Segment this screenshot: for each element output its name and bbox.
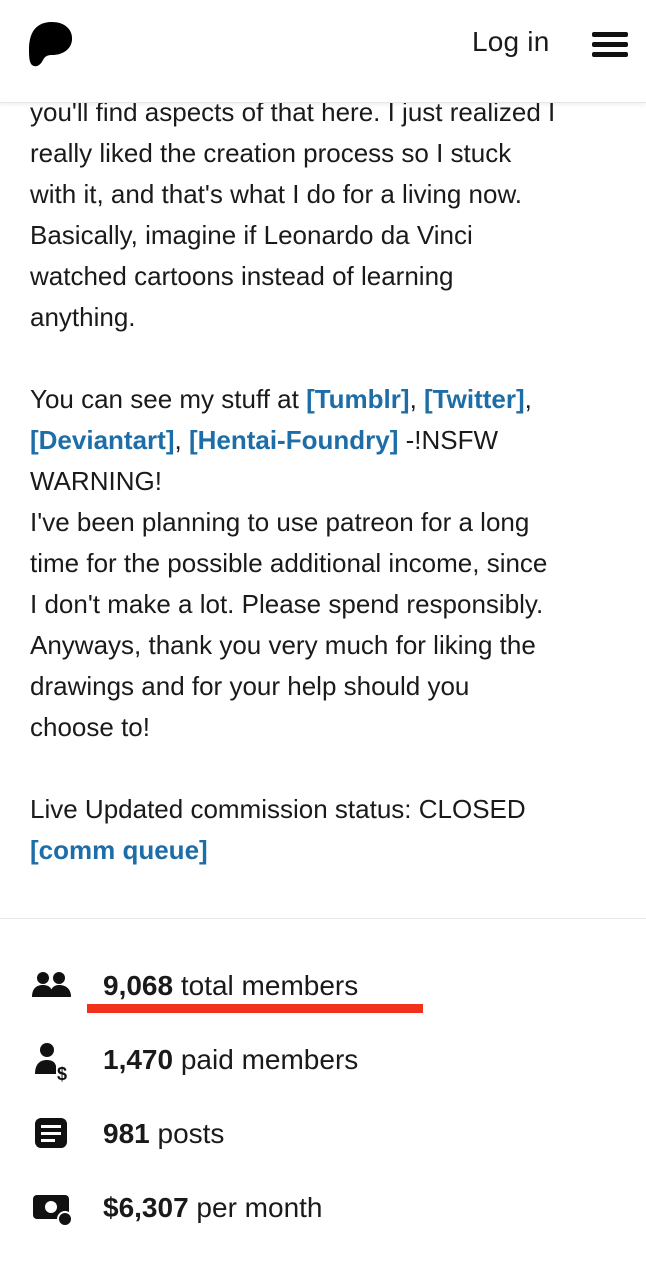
stat-text: 1,470 paid members (103, 1044, 358, 1076)
twitter-link[interactable]: [Twitter] (424, 384, 525, 414)
about-text-line: with it, and that's what I do for a livi… (30, 179, 523, 209)
about-text-line: time for the possible additional income,… (30, 548, 548, 578)
links-line: [Deviantart], [Hentai-Foundry] -!NSFW (30, 425, 499, 455)
about-text-line: choose to! (30, 712, 150, 742)
tumblr-link[interactable]: [Tumblr] (306, 384, 410, 414)
stat-label: paid members (173, 1044, 359, 1075)
patreon-logo-icon[interactable] (28, 20, 74, 68)
stat-value: $6,307 (103, 1192, 189, 1223)
about-text-line: anything. (30, 302, 136, 332)
stat-paid-members: $ 1,470 paid members (0, 1030, 646, 1090)
paid-member-icon: $ (35, 1043, 67, 1082)
svg-text:$: $ (57, 1064, 67, 1082)
about-text-line: I've been planning to use patreon for a … (30, 507, 530, 537)
about-text-line: watched cartoons instead of learning (30, 261, 454, 291)
red-highlight-underline (87, 1004, 423, 1013)
stat-label: per month (188, 1192, 323, 1223)
stat-text: 9,068 total members (103, 970, 358, 1002)
nsfw-warning: -!NSFW (398, 425, 499, 455)
stat-posts: 981 posts (0, 1104, 646, 1164)
commission-status: Live Updated commission status: CLOSED (30, 794, 526, 824)
login-link[interactable]: Log in (472, 26, 550, 58)
stat-value: 9,068 (103, 970, 174, 1001)
links-line: You can see my stuff at [Tumblr], [Twitt… (30, 384, 532, 414)
hamburger-menu-icon[interactable] (592, 32, 628, 58)
posts-icon (35, 1118, 67, 1148)
top-navigation-bar: Log in (0, 0, 646, 103)
links-intro: You can see my stuff at (30, 384, 307, 414)
deviantart-link[interactable]: [Deviantart] (30, 425, 174, 455)
members-icon (32, 972, 71, 997)
about-section: you'll find aspects of that here. I just… (30, 92, 635, 871)
stat-text: 981 posts (103, 1118, 224, 1150)
stat-label: posts (149, 1118, 225, 1149)
section-divider (0, 918, 646, 919)
stat-per-month: $6,307 per month (0, 1178, 646, 1238)
hentai-foundry-link[interactable]: [Hentai-Foundry] (189, 425, 398, 455)
stat-text: $6,307 per month (103, 1192, 323, 1224)
nsfw-warning-line: WARNING! (30, 466, 162, 496)
stat-value: 981 (103, 1118, 150, 1149)
about-text-line: drawings and for your help should you (30, 671, 470, 701)
about-text-line: Basically, imagine if Leonardo da Vinci (30, 220, 473, 250)
money-icon (33, 1195, 73, 1227)
comm-queue-link[interactable]: [comm queue] (30, 835, 208, 865)
stat-label: total members (173, 970, 359, 1001)
stat-value: 1,470 (103, 1044, 174, 1075)
about-text-line: really liked the creation process so I s… (30, 138, 512, 168)
about-text-line: Anyways, thank you very much for liking … (30, 630, 536, 660)
about-text-line: I don't make a lot. Please spend respons… (30, 589, 544, 619)
